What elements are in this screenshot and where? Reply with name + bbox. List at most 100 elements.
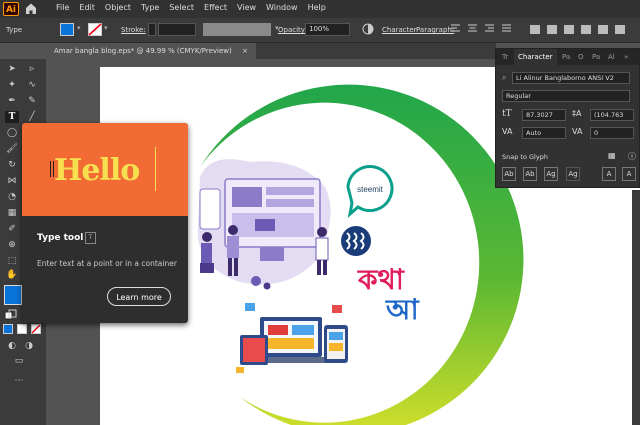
- menu-view[interactable]: View: [237, 3, 256, 12]
- menu-effect[interactable]: Effect: [204, 3, 227, 12]
- glyph-options-icon[interactable]: ▦: [608, 151, 616, 160]
- kerning-icon: VA: [502, 127, 513, 136]
- bangla-headline-2: আ: [385, 293, 420, 326]
- tab-paragraph[interactable]: Pa: [562, 49, 570, 65]
- tab-pathfinder[interactable]: Pa: [592, 49, 600, 65]
- line-tool-icon[interactable]: ╱: [25, 111, 39, 123]
- color-mode-icons[interactable]: [3, 324, 43, 334]
- document-tab[interactable]: Amar bangla blog.eps* @ 49.99 % (CMYK/Pr…: [46, 43, 256, 59]
- text-cursor-icon: [50, 161, 54, 177]
- steemit-badge-text: steemit: [357, 185, 384, 194]
- text-caret: [155, 147, 156, 191]
- home-icon[interactable]: [24, 2, 38, 15]
- direct-selection-tool-icon[interactable]: ▹: [25, 63, 39, 75]
- menu-file[interactable]: File: [56, 3, 69, 12]
- character-panel-link[interactable]: Character: [382, 26, 417, 34]
- panel-expand-icon[interactable]: »: [624, 49, 628, 65]
- draw-inside-icon[interactable]: ◑: [22, 340, 36, 352]
- screen-mode-icon[interactable]: ▭: [12, 355, 26, 367]
- paintbrush-tool-icon[interactable]: 🖌: [5, 143, 19, 155]
- tab-character[interactable]: Character: [514, 49, 557, 65]
- eyedropper-tool-icon[interactable]: ✐: [5, 223, 19, 235]
- paragraph-align-icons[interactable]: [451, 24, 511, 34]
- fill-dropdown-icon[interactable]: ▾: [77, 24, 81, 32]
- snap-anchor-button[interactable]: A: [622, 167, 636, 181]
- draw-mode-icon[interactable]: ◐: [5, 340, 19, 352]
- font-search-icon[interactable]: ⌕: [502, 73, 506, 83]
- ellipse-tool-icon[interactable]: ◯: [5, 127, 19, 139]
- symbol-sprayer-tool-icon[interactable]: ⊕: [5, 239, 19, 251]
- align-distribute-icons[interactable]: [530, 23, 634, 36]
- menu-edit[interactable]: Edit: [79, 3, 95, 12]
- recolor-icon[interactable]: [362, 23, 374, 35]
- menu-bar: Ai File Edit Object Type Select Effect V…: [0, 0, 640, 18]
- shortcut-key-badge: T: [85, 232, 96, 244]
- pen-tool-icon[interactable]: ✒: [5, 95, 19, 107]
- leading-icon: ‡A: [572, 109, 582, 118]
- stroke-weight-field[interactable]: [158, 23, 196, 36]
- type-tool-icon[interactable]: T: [5, 111, 19, 123]
- opacity-label[interactable]: Opacity:: [278, 26, 307, 34]
- stroke-none-swatch[interactable]: [88, 23, 102, 36]
- selection-tool-icon[interactable]: ➤: [5, 63, 19, 75]
- opacity-field[interactable]: 100%: [305, 23, 350, 36]
- hand-tool-icon[interactable]: ✋: [5, 269, 19, 281]
- close-tab-icon[interactable]: ×: [242, 47, 248, 55]
- menu-help[interactable]: Help: [308, 3, 326, 12]
- tracking-icon: VA: [572, 127, 583, 136]
- tooltip-title: Type tool: [37, 233, 84, 243]
- tooltip-preview: Hello: [22, 123, 188, 216]
- shape-builder-tool-icon[interactable]: ◔: [5, 191, 19, 203]
- leading-field[interactable]: (104.763: [590, 109, 634, 121]
- artboard-tool-icon[interactable]: ⬚: [5, 255, 19, 267]
- menu-object[interactable]: Object: [105, 3, 131, 12]
- variable-width-profile[interactable]: [203, 23, 271, 36]
- font-family-select[interactable]: Li Alinur Banglaborno ANSI V2: [512, 72, 630, 84]
- info-icon[interactable]: ⓘ: [628, 151, 636, 162]
- stroke-dropdown-icon[interactable]: ▾: [104, 24, 108, 32]
- rotate-tool-icon[interactable]: ↻: [5, 159, 19, 171]
- fill-color-swatch[interactable]: [60, 23, 74, 36]
- font-style-select[interactable]: Regular: [502, 90, 630, 102]
- menu-window[interactable]: Window: [266, 3, 298, 12]
- width-tool-icon[interactable]: ⋈: [5, 175, 19, 187]
- tooltip-preview-text: Hello: [54, 153, 140, 188]
- more-tools-icon[interactable]: ⋯: [12, 375, 26, 387]
- document-tab-bar: Amar bangla blog.eps* @ 49.99 % (CMYK/Pr…: [46, 43, 496, 59]
- menu-select[interactable]: Select: [169, 3, 194, 12]
- font-size-icon: tT: [502, 109, 512, 119]
- panel-dock-strip: [632, 190, 640, 425]
- snap-to-glyph-label: Snap to Glyph: [502, 153, 548, 161]
- tab-touch-type[interactable]: Tr: [502, 49, 508, 65]
- snap-angular-button[interactable]: A: [602, 167, 616, 181]
- stroke-weight-stepper[interactable]: [148, 23, 156, 36]
- current-tool-name: Type: [6, 26, 23, 34]
- tab-align[interactable]: Al: [608, 49, 615, 65]
- curvature-tool-icon[interactable]: ✎: [25, 95, 39, 107]
- menu-type[interactable]: Type: [141, 3, 159, 12]
- main-menu: File Edit Object Type Select Effect View…: [56, 3, 326, 12]
- bangla-headline-1: কথা: [357, 263, 405, 296]
- snap-proximity-button[interactable]: Ag: [566, 167, 580, 181]
- tracking-field[interactable]: 0: [590, 127, 634, 139]
- character-panel: Tr Character Pa O Pa Al » ⌕ Li Alinur Ba…: [495, 48, 640, 188]
- panel-tabs: Tr Character Pa O Pa Al »: [496, 49, 640, 65]
- snap-glyph-bounds-button[interactable]: Ag: [544, 167, 558, 181]
- control-bar: Type ▾ ▾ Stroke: ▾ Opacity: 100% Charact…: [0, 18, 640, 43]
- stroke-label[interactable]: Stroke:: [121, 26, 146, 34]
- type-tool-tooltip: Hello Type tool T Enter text at a point …: [22, 123, 188, 323]
- document-title: Amar bangla blog.eps* @ 49.99 % (CMYK/Pr…: [54, 47, 232, 55]
- fill-color-box[interactable]: [4, 285, 22, 305]
- tooltip-description: Enter text at a point or in a container: [37, 259, 177, 268]
- snap-xheight-button[interactable]: Ab: [523, 167, 537, 181]
- font-size-field[interactable]: 87.3027: [522, 109, 566, 121]
- lasso-tool-icon[interactable]: ∿: [25, 79, 39, 91]
- tab-opentype[interactable]: O: [578, 49, 584, 65]
- perspective-grid-tool-icon[interactable]: ▦: [5, 207, 19, 219]
- swap-default-colors-icon[interactable]: [4, 309, 18, 321]
- learn-more-button[interactable]: Learn more: [107, 287, 171, 306]
- paragraph-panel-link[interactable]: Paragraph:: [416, 26, 454, 34]
- snap-baseline-button[interactable]: Ab: [502, 167, 516, 181]
- magic-wand-tool-icon[interactable]: ✦: [5, 79, 19, 91]
- kerning-field[interactable]: Auto: [522, 127, 566, 139]
